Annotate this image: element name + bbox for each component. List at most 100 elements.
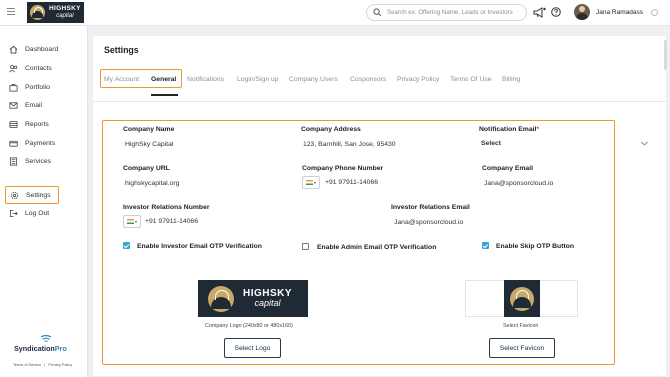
company-email-field[interactable]: Jana@sponsorcloud.io xyxy=(484,180,553,187)
sidebar-item-label: Contacts xyxy=(25,64,52,72)
services-icon xyxy=(9,156,18,166)
sidebar-item-email[interactable]: Email xyxy=(9,98,42,112)
email-icon xyxy=(9,101,18,109)
tab-my-account[interactable]: My Account xyxy=(104,76,139,83)
logo-mark-icon xyxy=(510,286,534,311)
company-name-label: Company Name xyxy=(123,126,175,133)
country-code-select[interactable] xyxy=(123,215,141,228)
company-phone-field[interactable]: +91 97911-14066 xyxy=(325,179,378,186)
skip-otp-label: Enable Skip OTP Button xyxy=(496,243,575,250)
investor-otp-label: Enable Investor Email OTP Verification xyxy=(137,243,262,250)
header-logo[interactable]: HIGHSKY capital xyxy=(27,2,84,23)
gear-icon xyxy=(10,191,19,199)
india-flag-icon xyxy=(306,180,313,185)
tab-notifications[interactable]: Notifications xyxy=(187,76,224,83)
sidebar-item-label: Services xyxy=(25,157,52,165)
chevron-down-icon[interactable] xyxy=(651,9,658,16)
logo-mark-icon xyxy=(208,285,234,312)
sidebar-item-settings[interactable]: Settings xyxy=(5,186,59,204)
company-logo-caption: Company Logo (240x80 or 480x160) xyxy=(205,323,293,329)
search-bar[interactable] xyxy=(366,4,527,21)
tab-general[interactable]: General xyxy=(151,76,176,83)
user-name[interactable]: Jana Ramadass xyxy=(596,9,643,16)
briefcase-icon xyxy=(9,83,18,92)
sidebar-item-label: Portfolio xyxy=(25,83,50,91)
sidebar-item-label: Email xyxy=(25,101,42,109)
sidebar-item-label: Payments xyxy=(25,139,56,147)
logout-icon xyxy=(9,209,18,217)
sidebar-item-label: Dashboard xyxy=(25,45,59,53)
tab-billing[interactable]: Billing xyxy=(502,76,520,83)
caret-down-icon xyxy=(135,220,137,223)
chevron-down-icon[interactable] xyxy=(641,141,648,146)
tab-cosponsors[interactable]: Cosponsors xyxy=(350,76,386,83)
ir-number-label: Investor Relations Number xyxy=(123,204,210,211)
tab-login-signup[interactable]: Login/Sign up xyxy=(237,76,279,83)
notification-email-select[interactable]: Select xyxy=(481,140,501,147)
brand-name: SyndicationPro xyxy=(14,344,67,353)
tabs-divider xyxy=(93,101,666,102)
active-tab-indicator xyxy=(151,94,178,96)
contacts-icon xyxy=(9,64,18,72)
sidebar-item-payments[interactable]: Payments xyxy=(9,136,55,150)
terms-link[interactable]: Terms of Service xyxy=(13,363,41,367)
country-code-select[interactable] xyxy=(302,176,320,189)
caret-down-icon xyxy=(314,181,316,184)
sidebar-item-logout[interactable]: Log Out xyxy=(9,206,49,220)
search-input[interactable] xyxy=(386,9,526,16)
company-logo-text-line2: capital xyxy=(254,298,281,309)
company-url-field[interactable]: highskycapital.org xyxy=(125,180,179,187)
payments-icon xyxy=(9,140,18,147)
sidebar-item-portfolio[interactable]: Portfolio xyxy=(9,80,50,94)
favicon-preview xyxy=(504,280,540,317)
syndicationpro-logo-icon xyxy=(40,334,52,342)
tab-company-users[interactable]: Company Users xyxy=(289,76,338,83)
settings-panel: Settings My Account General Notification… xyxy=(93,36,666,376)
sidebar-item-services[interactable]: Services xyxy=(9,154,51,168)
tab-terms-of-use[interactable]: Terms Of Use xyxy=(450,76,492,83)
sidebar-item-label: Reports xyxy=(25,120,49,128)
india-flag-icon xyxy=(127,219,134,224)
company-address-label: Company Address xyxy=(301,126,361,133)
sidebar-item-reports[interactable]: Reports xyxy=(9,117,49,131)
admin-otp-checkbox[interactable] xyxy=(302,243,309,250)
privacy-link[interactable]: Privacy Policy xyxy=(48,363,72,367)
megaphone-icon[interactable] xyxy=(533,7,546,18)
reports-icon xyxy=(9,120,18,128)
sidebar-item-dashboard[interactable]: Dashboard xyxy=(9,42,58,56)
company-phone-label: Company Phone Number xyxy=(302,165,384,172)
ir-number-field[interactable]: +91 97911-14066 xyxy=(145,218,198,225)
company-url-label: Company URL xyxy=(123,165,170,172)
company-address-field[interactable]: 123, Barnhill, San Jose, 95430 xyxy=(303,141,396,148)
ir-email-label: Investor Relations Email xyxy=(391,204,470,211)
sidebar-item-label: Settings xyxy=(26,191,51,199)
logo-text-line1: HIGHSKY xyxy=(49,5,81,13)
brand-name-main: Syndication xyxy=(14,344,55,353)
select-favicon-button[interactable]: Select Favicon xyxy=(489,338,555,358)
hamburger-menu-icon[interactable] xyxy=(7,8,15,16)
required-mark: * xyxy=(536,126,540,133)
logo-text-line2: capital xyxy=(56,12,74,19)
skip-otp-checkbox[interactable] xyxy=(482,242,489,249)
avatar[interactable] xyxy=(574,4,590,20)
footer-separator: | xyxy=(44,363,46,367)
tab-privacy-policy[interactable]: Privacy Policy xyxy=(397,76,439,83)
select-logo-button[interactable]: Select Logo xyxy=(224,338,281,358)
sidebar: Dashboard Contacts Portfolio Email Repor… xyxy=(0,26,88,377)
company-email-label: Company Email xyxy=(482,165,533,172)
admin-otp-label: Enable Admin Email OTP Verification xyxy=(317,244,437,251)
search-icon xyxy=(373,8,382,17)
footer-links: Terms of Service | Privacy Policy xyxy=(13,363,72,367)
ir-email-field[interactable]: Jana@sponsorcloud.io xyxy=(394,219,463,226)
top-bar: HIGHSKY capital Jana Ramadass xyxy=(0,0,670,26)
notification-email-label-text: Notification Email xyxy=(479,126,537,133)
scrollbar[interactable] xyxy=(664,40,667,70)
company-logo-preview: HIGHSKY capital xyxy=(198,280,308,317)
home-icon xyxy=(9,45,18,54)
sidebar-item-label: Log Out xyxy=(25,209,50,217)
notification-email-label: Notification Email* xyxy=(479,126,539,133)
investor-otp-checkbox[interactable] xyxy=(123,242,130,249)
company-name-field[interactable]: HighSky Capital xyxy=(125,141,173,148)
sidebar-item-contacts[interactable]: Contacts xyxy=(9,61,52,75)
help-icon[interactable] xyxy=(551,7,561,17)
